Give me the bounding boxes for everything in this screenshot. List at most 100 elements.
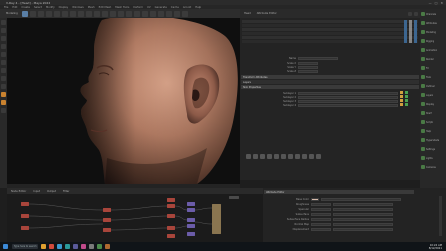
sublayer-color-swatch[interactable]: [400, 91, 403, 94]
node-texture[interactable]: [167, 214, 175, 218]
attr-field[interactable]: [311, 212, 331, 216]
dock-item-outliner[interactable]: Outliner: [421, 83, 445, 89]
color-swatch[interactable]: [311, 197, 319, 201]
attr-field[interactable]: [311, 207, 331, 211]
scale-z-field[interactable]: [298, 69, 318, 73]
app-icon[interactable]: [97, 244, 102, 249]
sublayer-color-swatch[interactable]: [400, 99, 403, 102]
attr-scrollbar[interactable]: [439, 196, 442, 236]
section-skin[interactable]: Skin Properties: [241, 85, 419, 89]
name-field[interactable]: [298, 56, 338, 60]
attr-slider[interactable]: [333, 217, 393, 221]
node-shader[interactable]: [187, 208, 195, 212]
tab-node-editor[interactable]: Node Editor: [9, 190, 28, 193]
render-toggle-column[interactable]: [409, 20, 412, 43]
node-texture[interactable]: [103, 218, 111, 222]
node-graph[interactable]: [7, 194, 263, 242]
section-transform[interactable]: Transform Attributes: [241, 75, 419, 79]
attr-field[interactable]: [311, 202, 331, 206]
swatch-icon[interactable]: [253, 154, 258, 159]
swatch-icon[interactable]: [281, 154, 286, 159]
dock-item-channels[interactable]: Channels: [421, 11, 445, 17]
swatch-icon[interactable]: [260, 154, 265, 159]
node-output[interactable]: [229, 196, 239, 199]
node-shader[interactable]: [187, 218, 195, 222]
wireframe-icon[interactable]: [141, 10, 148, 17]
last-tool-icon[interactable]: [1, 68, 6, 73]
node-texture[interactable]: [167, 226, 175, 230]
dock-item-layers[interactable]: Layers: [421, 92, 445, 98]
node-shader[interactable]: [187, 232, 195, 236]
attr-field[interactable]: [311, 222, 331, 226]
maximize-button[interactable]: □: [435, 1, 438, 5]
app-icon[interactable]: [81, 244, 86, 249]
node-shader[interactable]: [187, 224, 195, 228]
textured-icon[interactable]: [157, 10, 164, 17]
dock-item-cameras[interactable]: Cameras: [421, 164, 445, 170]
minimize-button[interactable]: —: [429, 1, 432, 5]
swatch-icon[interactable]: [309, 154, 314, 159]
dock-item-hypershade[interactable]: Hypershade: [421, 137, 445, 143]
list-row[interactable]: [242, 40, 418, 43]
list-row[interactable]: [242, 36, 418, 39]
dock-item-shelf[interactable]: Shelf: [421, 110, 445, 116]
snap-grid-icon[interactable]: [69, 10, 76, 17]
taskbar-search[interactable]: Type here to search: [12, 244, 38, 249]
node-texture[interactable]: [167, 198, 175, 202]
attr-field[interactable]: [311, 217, 331, 221]
lasso-icon[interactable]: [29, 10, 36, 17]
node-texture[interactable]: [167, 234, 175, 238]
node-texture[interactable]: [21, 226, 29, 230]
dock-item-settings[interactable]: Settings: [421, 146, 445, 152]
attr-field[interactable]: [311, 227, 331, 231]
attr-slider[interactable]: [333, 227, 393, 231]
dock-item-tools[interactable]: Tools: [421, 74, 445, 80]
attr-slider[interactable]: [321, 197, 401, 201]
visibility-toggle-column[interactable]: [404, 20, 407, 43]
system-clock[interactable]: 10:24 AM 8/12/2021: [429, 244, 442, 250]
sublayer-visible-icon[interactable]: [405, 103, 408, 106]
swatch-icon[interactable]: [246, 154, 251, 159]
maya-icon[interactable]: [65, 244, 70, 249]
attr-slider[interactable]: [333, 222, 393, 226]
list-row[interactable]: [242, 20, 418, 23]
sublayer-visible-icon[interactable]: [405, 91, 408, 94]
dock-item-lights[interactable]: Lights: [421, 155, 445, 161]
mode-selector[interactable]: Modeling: [4, 12, 20, 15]
rotate-tool-icon[interactable]: [1, 52, 6, 57]
chrome-icon[interactable]: [49, 244, 54, 249]
render-settings-icon[interactable]: [109, 10, 116, 17]
node-texture[interactable]: [21, 202, 29, 206]
dock-item-attributes[interactable]: Attributes: [421, 20, 445, 26]
swatch-icon[interactable]: [274, 154, 279, 159]
layout-persp-icon[interactable]: [1, 92, 6, 97]
app-icon[interactable]: [105, 244, 110, 249]
node-texture[interactable]: [21, 214, 29, 218]
xray-icon[interactable]: [173, 10, 180, 17]
lock-toggle-column[interactable]: [414, 20, 417, 43]
dock-item-animation[interactable]: Animation: [421, 47, 445, 53]
move-tool-icon[interactable]: [1, 44, 6, 49]
viewport-3d[interactable]: [7, 18, 240, 184]
render-icon[interactable]: [93, 10, 100, 17]
move-icon[interactable]: [45, 10, 52, 17]
hud-icon[interactable]: [181, 10, 188, 17]
swatch-icon[interactable]: [316, 154, 321, 159]
swatch-icon[interactable]: [295, 154, 300, 159]
layout-single-icon[interactable]: [1, 76, 6, 81]
edge-icon[interactable]: [57, 244, 62, 249]
attr-slider[interactable]: [333, 212, 393, 216]
lasso-select-icon[interactable]: [1, 28, 6, 33]
swatch-icon[interactable]: [267, 154, 272, 159]
file-explorer-icon[interactable]: [41, 244, 46, 249]
node-texture[interactable]: [103, 228, 111, 232]
pin-icon[interactable]: [408, 11, 412, 16]
select-icon[interactable]: [1, 20, 6, 25]
scale-tool-icon[interactable]: [1, 60, 6, 65]
sublayer-visible-icon[interactable]: [405, 99, 408, 102]
rotate-icon[interactable]: [53, 10, 60, 17]
paint-select-icon[interactable]: [1, 36, 6, 41]
sublayer-slider[interactable]: [298, 103, 398, 107]
dock-item-help[interactable]: Help: [421, 128, 445, 134]
node-texture[interactable]: [103, 208, 111, 212]
